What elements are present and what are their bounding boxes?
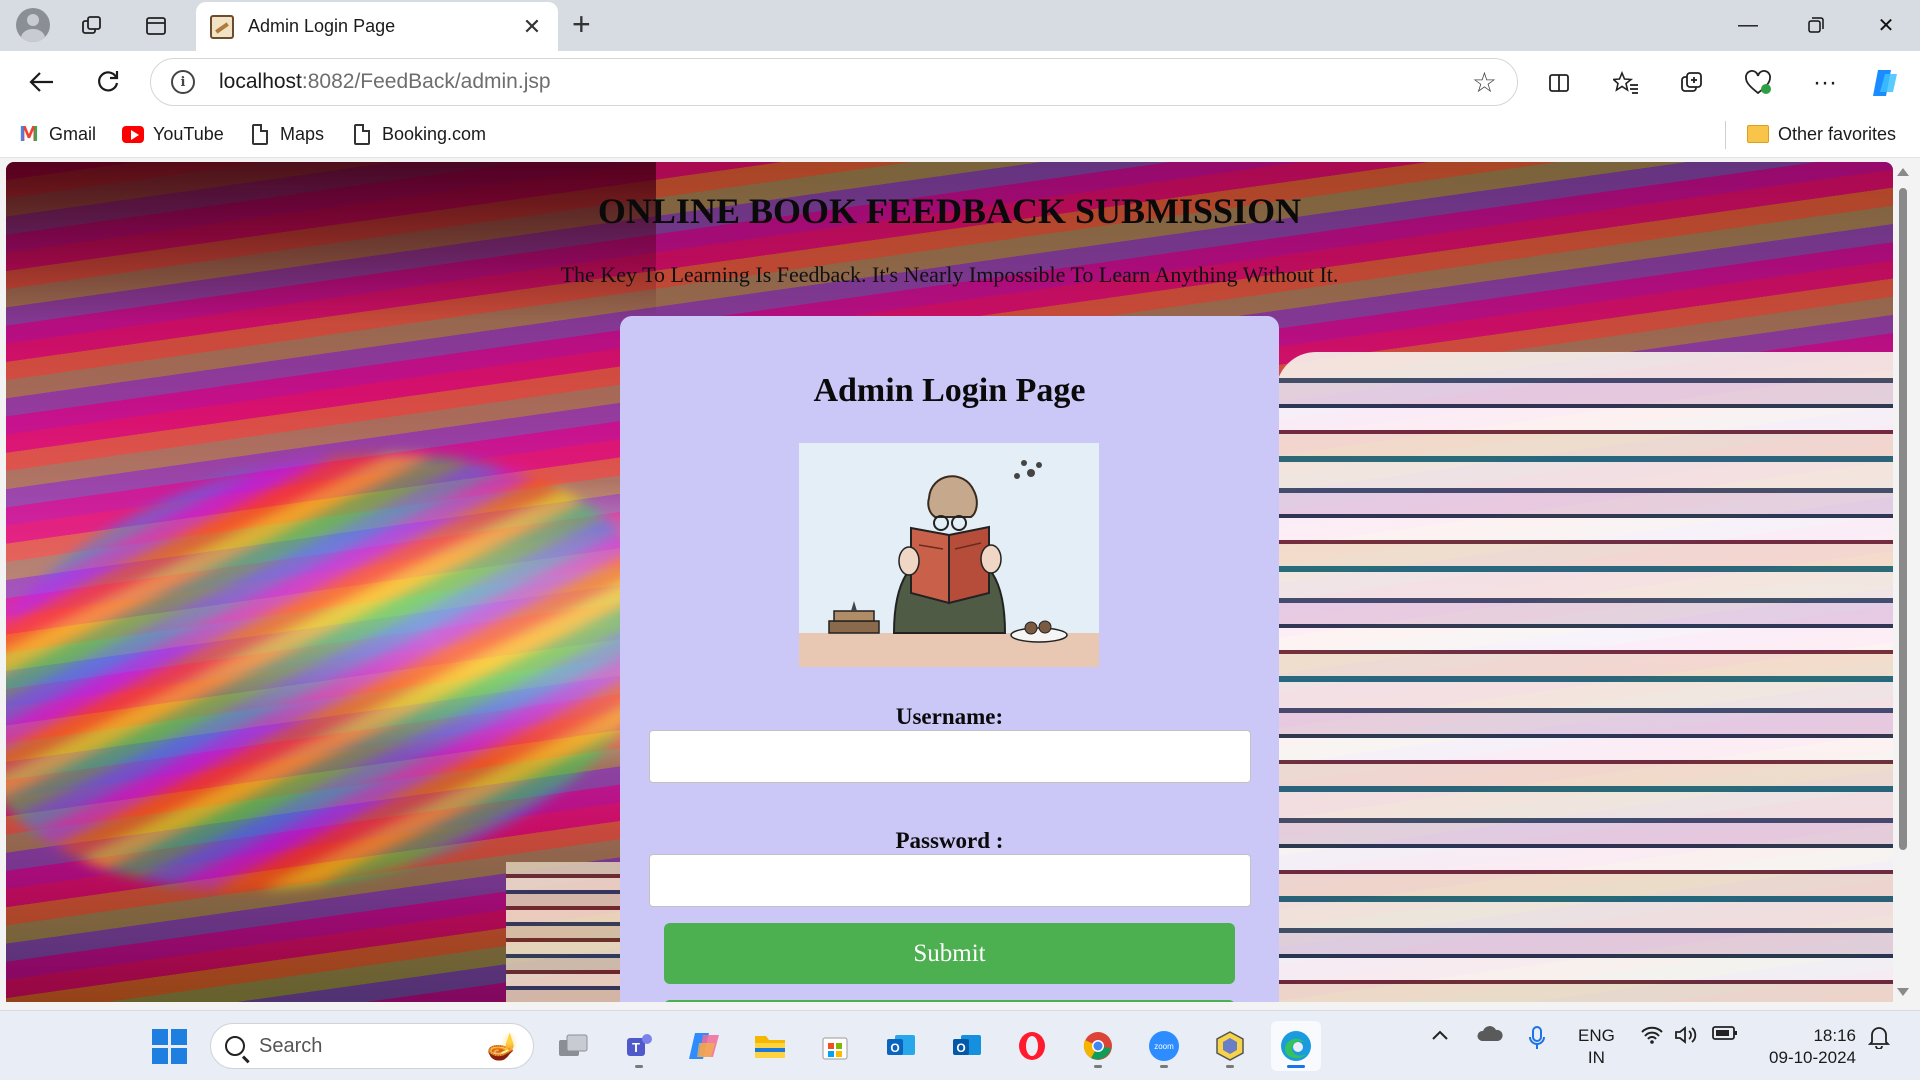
favorites-list-icon[interactable] [1609, 66, 1643, 100]
bookmark-maps[interactable]: Maps [249, 123, 324, 145]
submit-button[interactable]: Submit [664, 923, 1235, 984]
favorite-star-icon[interactable]: ☆ [1472, 66, 1497, 99]
bookmark-booking[interactable]: Booking.com [351, 123, 486, 145]
vertical-tabs-icon[interactable] [140, 10, 172, 42]
other-favorites[interactable]: Other favorites [1747, 123, 1896, 145]
new-tab-plus-icon[interactable]: + [572, 8, 591, 40]
url-text[interactable]: localhost:8082/FeedBack/admin.jsp [219, 70, 1472, 94]
svg-text:T: T [632, 1040, 640, 1055]
bookmark-youtube[interactable]: YouTube [122, 123, 224, 145]
clock-date: 09-10-2024 [1769, 1048, 1856, 1067]
page-icon [249, 123, 271, 145]
url-path: :8082/FeedBack/admin.jsp [301, 70, 551, 93]
taskbar-search-box[interactable]: Search 🪔 [210, 1023, 534, 1069]
search-icon [225, 1036, 245, 1056]
svg-text:O: O [956, 1041, 965, 1055]
other-favorites-label: Other favorites [1778, 123, 1897, 144]
windows-taskbar: Search 🪔 T O O zoom ENG IN 18:16 09-10-2… [0, 1010, 1920, 1080]
page-subtitle: The Key To Learning Is Feedback. It's Ne… [560, 262, 1339, 287]
show-hidden-icons-chevron-icon[interactable] [1430, 1025, 1450, 1047]
wifi-icon[interactable] [1640, 1025, 1664, 1051]
profile-avatar-icon[interactable] [16, 8, 50, 42]
file-explorer-icon[interactable] [745, 1021, 795, 1071]
bookmark-label: Booking.com [382, 123, 487, 144]
browser-essentials-icon[interactable] [1742, 66, 1776, 100]
bookmark-label: Maps [280, 123, 325, 144]
bookmarks-divider [1725, 121, 1726, 149]
battery-icon[interactable] [1712, 1025, 1738, 1047]
password-input[interactable] [649, 854, 1251, 907]
reader-illustration-image [799, 443, 1099, 667]
close-window-icon[interactable]: ✕ [1856, 8, 1916, 42]
page-scrollbar[interactable] [1893, 162, 1913, 1002]
teams-app-icon[interactable]: T [614, 1021, 664, 1071]
url-host: localhost [219, 70, 302, 93]
language-indicator[interactable]: ENG IN [1578, 1025, 1615, 1069]
dev-tool-app-icon[interactable] [1205, 1021, 1255, 1071]
zoom-label: zoom [1154, 1042, 1174, 1051]
page-title: ONLINE BOOK FEEDBACK SUBMISSION [597, 191, 1302, 231]
gmail-icon: M [19, 122, 39, 146]
back-arrow-icon[interactable] [22, 63, 62, 101]
notifications-bell-icon[interactable] [1867, 1025, 1891, 1055]
copilot-app-icon[interactable] [679, 1021, 729, 1071]
login-card: Admin Login Page Username: Password: Su… [620, 316, 1279, 1002]
tab-close-icon[interactable]: ✕ [520, 14, 544, 40]
edge-browser-icon[interactable] [1271, 1021, 1321, 1071]
microsoft-store-icon[interactable] [810, 1021, 860, 1071]
scroll-up-arrow-icon[interactable] [1897, 168, 1909, 176]
background-shade [6, 162, 656, 322]
page-viewport: ONLINE BOOK FEEDBACK SUBMISSION The Key … [6, 162, 1893, 1002]
language-line-2: IN [1587, 1048, 1605, 1067]
outlook-classic-icon[interactable]: O [942, 1021, 992, 1071]
password-label: Password : [895, 828, 1004, 853]
bookmark-label: YouTube [153, 123, 224, 144]
windows-logo-icon [151, 1028, 187, 1064]
tab-favicon-icon [210, 14, 234, 39]
split-screen-icon[interactable] [1542, 66, 1576, 100]
copilot-icon[interactable] [1868, 66, 1902, 100]
opera-browser-icon[interactable] [1007, 1021, 1057, 1071]
bookmark-label: Gmail [49, 123, 97, 144]
address-bar[interactable]: i localhost:8082/FeedBack/admin.jsp ☆ [150, 58, 1518, 106]
folder-icon [1747, 123, 1769, 145]
page-icon [351, 123, 373, 145]
site-info-icon[interactable]: i [171, 70, 195, 94]
more-options-icon[interactable]: ··· [1808, 66, 1842, 100]
minimize-icon[interactable]: — [1718, 8, 1778, 42]
volume-icon[interactable] [1674, 1025, 1698, 1051]
refresh-icon[interactable] [88, 63, 128, 101]
browser-toolbar: i localhost:8082/FeedBack/admin.jsp ☆ ··… [0, 51, 1920, 113]
workspaces-icon[interactable] [76, 10, 108, 42]
tab-title: Admin Login Page [248, 16, 396, 36]
secondary-button-partial[interactable] [664, 1000, 1235, 1002]
task-view-button[interactable] [548, 1021, 598, 1071]
browser-tab-strip: Admin Login Page ✕ + — ✕ [0, 0, 1920, 51]
outlook-new-icon[interactable]: O [876, 1021, 926, 1071]
youtube-icon [122, 123, 144, 145]
collections-icon[interactable] [1675, 66, 1709, 100]
username-input[interactable] [649, 730, 1251, 783]
bookmarks-bar: M Gmail YouTube Maps Booking.com Other f… [0, 113, 1920, 158]
active-tab[interactable]: Admin Login Page ✕ [196, 2, 558, 51]
microphone-icon[interactable] [1528, 1025, 1546, 1057]
scroll-down-arrow-icon[interactable] [1897, 988, 1909, 996]
diya-lamp-icon: 🪔 [486, 1030, 519, 1061]
search-placeholder: Search [259, 1034, 323, 1057]
scrollbar-thumb[interactable] [1899, 188, 1907, 850]
clock-time: 18:16 [1813, 1026, 1856, 1045]
bookmark-gmail[interactable]: M Gmail [18, 122, 97, 146]
background-books-stack [1276, 352, 1893, 1002]
chrome-browser-icon[interactable] [1073, 1021, 1123, 1071]
login-heading: Admin Login Page [813, 372, 1086, 409]
onedrive-cloud-icon[interactable] [1476, 1025, 1504, 1049]
zoom-app-icon[interactable]: zoom [1139, 1021, 1189, 1071]
start-button[interactable] [144, 1021, 194, 1071]
language-line-1: ENG [1578, 1026, 1615, 1045]
svg-text:O: O [890, 1041, 899, 1055]
restore-icon[interactable] [1786, 8, 1846, 42]
clock[interactable]: 18:16 09-10-2024 [1760, 1025, 1856, 1069]
username-label: Username: [895, 704, 1004, 729]
